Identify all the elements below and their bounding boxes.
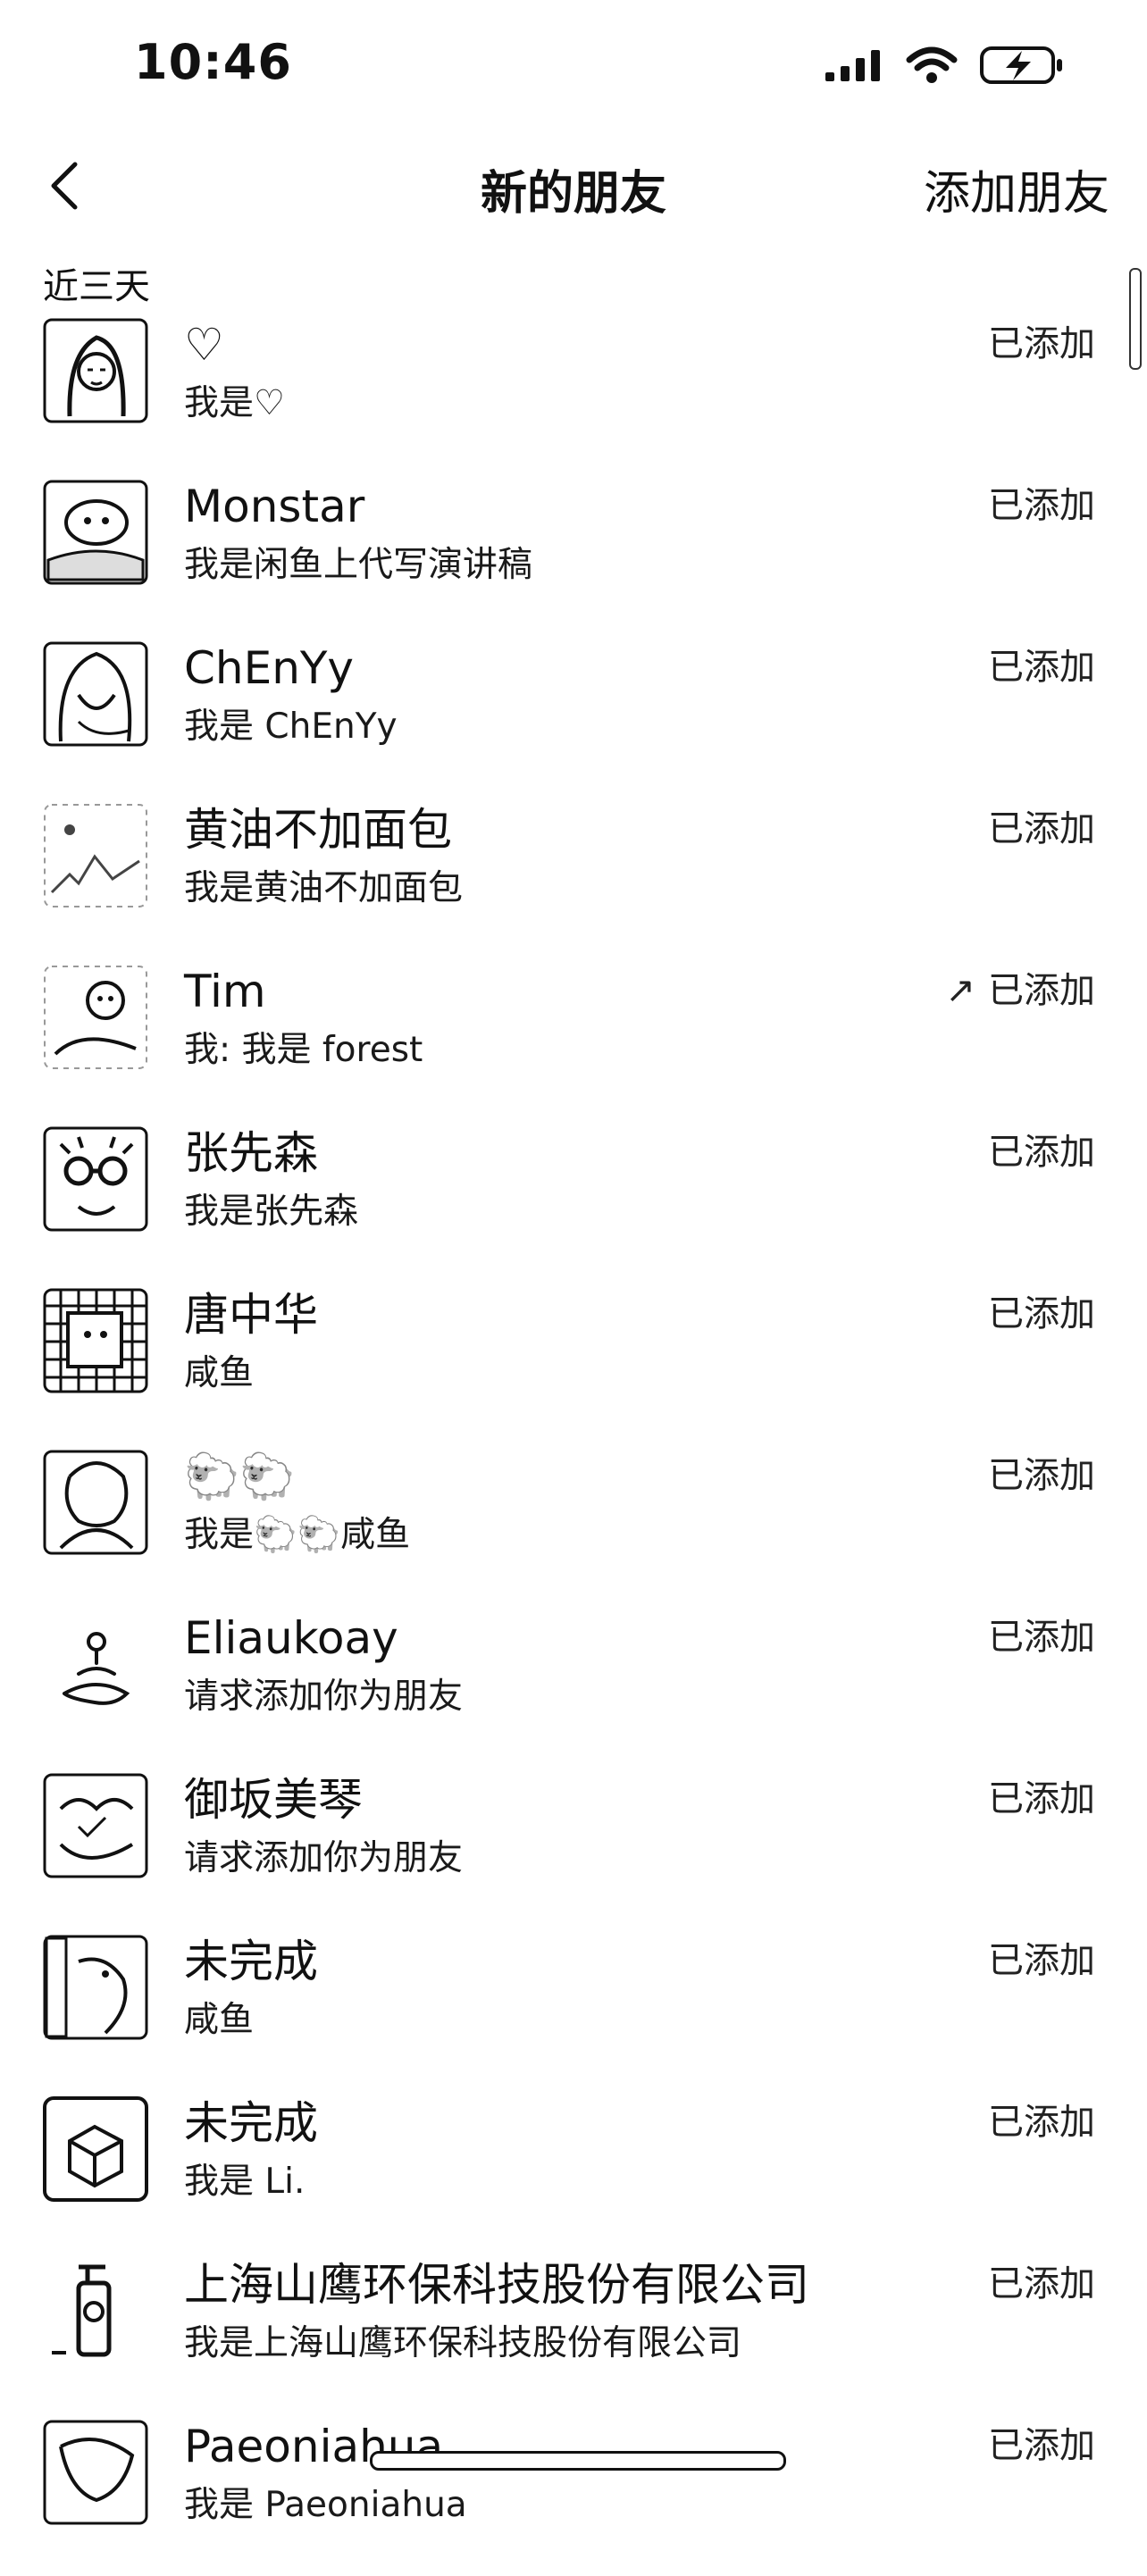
arrow-up-right-icon: ↗ (945, 970, 975, 1011)
added-status-label: 已添加 (988, 485, 1095, 526)
added-status-label: 已添加 (988, 1293, 1095, 1334)
friend-request-message: 我是 Paeoniahua (184, 2485, 467, 2525)
added-status: 已添加 (988, 2416, 1095, 2468)
friend-row[interactable]: Tim 我: 我是 forest ↗ 已添加 (0, 959, 1147, 1121)
added-status: 已添加 (988, 314, 1095, 366)
added-status-label: 已添加 (988, 2102, 1095, 2143)
section-header: 近三天 (43, 266, 150, 307)
friend-name: 张先森 (184, 1127, 318, 1179)
friend-request-message: 我是 Li. (184, 2162, 306, 2202)
avatar[interactable] (43, 1935, 148, 2040)
friend-request-message: 我是上海山鹰环保科技股份有限公司 (184, 2323, 742, 2363)
friend-row[interactable]: 未完成咸鱼 已添加 (0, 1929, 1147, 2091)
friend-request-message: 我: 我是 forest (184, 1030, 423, 1070)
added-status-label: 已添加 (988, 1132, 1095, 1173)
friend-request-message: 我是♡ (184, 383, 285, 423)
added-status: 已添加 (988, 2093, 1095, 2145)
avatar[interactable] (43, 1288, 148, 1393)
add-friend-button[interactable]: 添加朋友 (924, 155, 1109, 222)
avatar[interactable] (43, 965, 148, 1070)
friend-row[interactable]: 未完成我是 Li. 已添加 (0, 2091, 1147, 2253)
friend-row[interactable]: Eliaukoay 请求添加你为朋友 已添加 (0, 1606, 1147, 1768)
added-status-label: 已添加 (988, 323, 1095, 364)
friend-request-message: 我是🐑🐑咸鱼 (184, 1515, 411, 1555)
nav-bar: 新的朋友 添加朋友 (0, 134, 1147, 241)
status-bar: 10:46 (0, 0, 1147, 134)
added-status: 已添加 (988, 476, 1095, 528)
battery-charging-icon (979, 45, 1065, 89)
friend-request-message: 我是 ChEnYy (184, 707, 398, 747)
home-indicator[interactable] (370, 2451, 786, 2471)
added-status: ↗ 已添加 (945, 961, 1095, 1013)
friend-request-message: 我是闲鱼上代写演讲稿 (184, 545, 533, 585)
friend-row[interactable]: Paeoniahua 我是 Paeoniahua 已添加 (0, 2414, 1147, 2576)
added-status-label: 已添加 (988, 647, 1095, 688)
friend-row[interactable]: ♡ 我是♡ 已添加 (0, 313, 1147, 474)
status-icons (824, 43, 1065, 91)
friend-row[interactable]: 唐中华咸鱼 已添加 (0, 1283, 1147, 1444)
friend-request-message: 咸鱼 (184, 2000, 255, 2040)
avatar[interactable] (43, 2258, 148, 2363)
avatar[interactable] (43, 1450, 148, 1555)
friend-name: 唐中华 (184, 1289, 318, 1341)
friend-request-message: 请求添加你为朋友 (184, 1677, 464, 1717)
friend-request-message: 我是张先森 (184, 1192, 359, 1232)
status-time: 10:46 (134, 34, 292, 90)
friend-name: 上海山鹰环保科技股份有限公司 (184, 2259, 809, 2311)
added-status-label: 已添加 (988, 1940, 1095, 1981)
avatar[interactable] (43, 1126, 148, 1232)
added-status: 已添加 (988, 1446, 1095, 1498)
friend-name: 御坂美琴 (184, 1774, 363, 1826)
friend-name: ChEnYy (184, 642, 355, 694)
friend-row[interactable]: ChEnYy 我是 ChEnYy 已添加 (0, 636, 1147, 798)
friend-row[interactable]: Monstar 我是闲鱼上代写演讲稿 已添加 (0, 474, 1147, 636)
avatar[interactable] (43, 2096, 148, 2202)
friend-row[interactable]: 上海山鹰环保科技股份有限公司我是上海山鹰环保科技股份有限公司 已添加 (0, 2253, 1147, 2414)
friend-request-message: 咸鱼 (184, 1353, 255, 1393)
added-status-label: 已添加 (988, 2263, 1095, 2304)
added-status: 已添加 (988, 1123, 1095, 1175)
friend-name: 黄油不加面包 (184, 804, 452, 856)
friend-name: 未完成 (184, 2097, 318, 2149)
friend-row[interactable]: 张先森我是张先森 已添加 (0, 1121, 1147, 1283)
friend-name: Eliaukoay (184, 1612, 398, 1664)
cellular-signal-icon (824, 47, 884, 87)
friend-name: Monstar (184, 481, 365, 532)
wifi-icon (906, 46, 958, 88)
friend-row[interactable]: 黄油不加面包我是黄油不加面包 已添加 (0, 798, 1147, 959)
avatar[interactable] (43, 1773, 148, 1878)
added-status: 已添加 (988, 799, 1095, 851)
added-status-label: 已添加 (988, 970, 1095, 1011)
added-status-label: 已添加 (988, 1455, 1095, 1496)
avatar[interactable] (43, 803, 148, 908)
added-status-label: 已添加 (988, 1778, 1095, 1819)
friend-name: 未完成 (184, 1936, 318, 1987)
friend-row[interactable]: 🐑🐑 我是🐑🐑咸鱼 已添加 (0, 1444, 1147, 1606)
friend-name: ♡ (184, 319, 224, 371)
friend-request-message: 请求添加你为朋友 (184, 1838, 464, 1878)
friend-request-message: 我是黄油不加面包 (184, 868, 464, 908)
friend-row[interactable]: 御坂美琴请求添加你为朋友 已添加 (0, 1768, 1147, 1929)
added-status: 已添加 (988, 1608, 1095, 1660)
added-status: 已添加 (988, 2254, 1095, 2306)
avatar[interactable] (43, 2420, 148, 2525)
added-status-label: 已添加 (988, 1617, 1095, 1658)
friend-name: 🐑🐑 (184, 1451, 296, 1502)
avatar[interactable] (43, 480, 148, 585)
friend-name: Tim (184, 966, 266, 1017)
friend-list: ♡ 我是♡ 已添加 Monstar 我是闲鱼上代写演讲稿 已添加 ChEnYy 我是 ChEn… (0, 313, 1147, 2576)
added-status: 已添加 (988, 638, 1095, 690)
added-status: 已添加 (988, 1931, 1095, 1983)
added-status: 已添加 (988, 1769, 1095, 1821)
added-status: 已添加 (988, 1284, 1095, 1336)
avatar[interactable] (43, 318, 148, 423)
avatar[interactable] (43, 1611, 148, 1717)
added-status-label: 已添加 (988, 808, 1095, 849)
added-status-label: 已添加 (988, 2425, 1095, 2466)
avatar[interactable] (43, 641, 148, 747)
